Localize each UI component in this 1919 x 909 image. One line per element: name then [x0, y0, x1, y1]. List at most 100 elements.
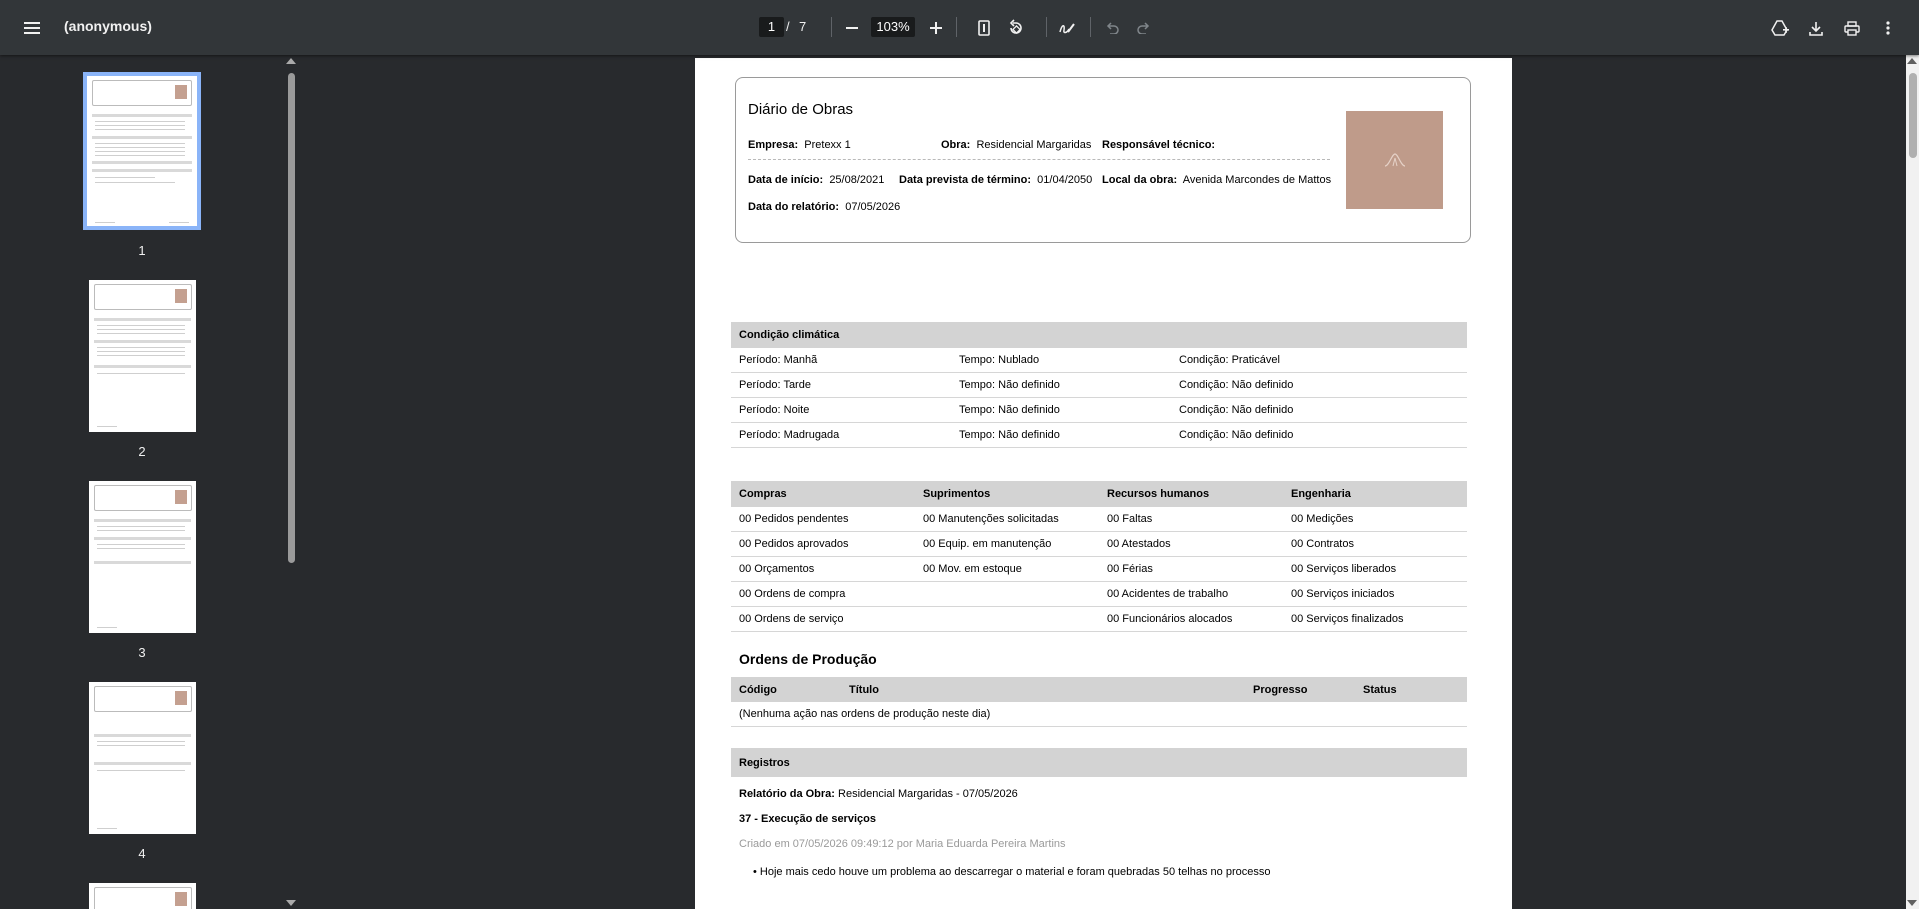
- page-number-input[interactable]: 1: [759, 17, 784, 37]
- field-value: Residencial Margaridas: [976, 139, 1092, 151]
- thumbnail-page-number: 1: [138, 243, 146, 258]
- table-cell: 00 Férias: [1107, 563, 1153, 575]
- table-cell: Tempo: Não definido: [959, 404, 1060, 416]
- section-heading-text: Condição climática: [739, 329, 840, 341]
- field-label: Local da obra:: [1102, 174, 1178, 186]
- table-cell: Condição: Praticável: [1179, 354, 1280, 366]
- site-field: Local da obra: Avenida Marcondes de Matt…: [1102, 174, 1331, 186]
- zoom-in-icon[interactable]: [922, 14, 950, 42]
- column-header: Título: [849, 683, 879, 696]
- page-thumbnail-4[interactable]: [89, 682, 196, 834]
- table-cell: Período: Madrugada: [739, 429, 840, 441]
- field-label: Relatório da Obra:: [739, 788, 835, 800]
- zoom-out-icon[interactable]: [838, 14, 866, 42]
- download-icon[interactable]: [1802, 14, 1830, 42]
- project-field: Obra: Residencial Margaridas: [941, 139, 1091, 151]
- scroll-down-icon[interactable]: [286, 900, 296, 906]
- page-thumbnail-2[interactable]: [89, 280, 196, 432]
- table-cell: 00 Pedidos pendentes: [739, 513, 849, 525]
- page-thumbnail-1[interactable]: [83, 72, 201, 230]
- column-header: Recursos humanos: [1107, 488, 1210, 500]
- table-cell: 00 Serviços finalizados: [1291, 613, 1404, 625]
- climate-rows: Período: Manhã Tempo: Nublado Condição: Pr…: [731, 348, 1467, 448]
- rotate-icon[interactable]: [1002, 14, 1030, 42]
- empty-message: (Nenhuma ação nas ordens de produção nes…: [739, 708, 991, 720]
- table-cell: 00 Equip. em manutenção: [923, 538, 1052, 550]
- fit-page-icon[interactable]: [970, 14, 998, 42]
- document-title: (anonymous): [64, 18, 152, 34]
- table-row: 00 Ordens de compra 00 Acidentes de traba…: [731, 582, 1467, 607]
- table-cell: Condição: Não definido: [1179, 379, 1294, 391]
- technician-field: Responsável técnico:: [1102, 139, 1218, 151]
- toolbar-divider: [1090, 17, 1091, 37]
- document-scrollbar-thumb[interactable]: [1909, 73, 1917, 158]
- table-row: Período: Madrugada Tempo: Não definido Con…: [731, 423, 1467, 448]
- start-date-field: Data de início: 25/08/2021: [748, 174, 884, 186]
- more-options-icon[interactable]: [1874, 14, 1902, 42]
- production-empty-row: (Nenhuma ação nas ordens de produção nes…: [731, 702, 1467, 727]
- table-cell: Período: Manhã: [739, 354, 818, 366]
- table-cell: Tempo: Não definido: [959, 379, 1060, 391]
- table-cell: 00 Ordens de serviço: [739, 613, 844, 625]
- column-header: Progresso: [1253, 683, 1308, 696]
- table-cell: 00 Contratos: [1291, 538, 1354, 550]
- print-icon[interactable]: [1838, 14, 1866, 42]
- add-to-drive-icon[interactable]: [1766, 14, 1794, 42]
- summary-heading: Compras Suprimentos Recursos humanos Engenh…: [731, 481, 1467, 507]
- pdf-page: Diário de Obras Empresa: Pretexx 1 Obra:…: [695, 58, 1512, 909]
- scroll-up-icon[interactable]: [1907, 58, 1917, 64]
- table-row: 00 Ordens de serviço 00 Funcionários aloc…: [731, 607, 1467, 632]
- document-scrollbar[interactable]: [1906, 55, 1919, 909]
- table-cell: 00 Pedidos aprovados: [739, 538, 849, 550]
- record-bullet-item: • Hoje mais cedo houve um problema ao de…: [753, 866, 1271, 878]
- climate-heading: Condição climática: [731, 322, 1467, 348]
- table-cell: Tempo: Não definido: [959, 429, 1060, 441]
- table-cell: Tempo: Nublado: [959, 354, 1040, 366]
- record-created-meta: Criado em 07/05/2026 09:49:12 por Maria …: [739, 838, 1066, 850]
- scroll-up-icon[interactable]: [286, 58, 296, 64]
- table-cell: Período: Tarde: [739, 379, 811, 391]
- column-header: Suprimentos: [923, 488, 991, 500]
- pdf-toolbar: (anonymous) 1 / 7 103%: [0, 0, 1919, 55]
- page-thumbnail-5[interactable]: [89, 883, 196, 909]
- field-label: Obra:: [941, 139, 971, 151]
- table-row: Período: Manhã Tempo: Nublado Condição: Pr…: [731, 348, 1467, 373]
- table-cell: Condição: Não definido: [1179, 429, 1294, 441]
- table-cell: 00 Acidentes de trabalho: [1107, 588, 1229, 600]
- record-entry-title: 37 - Execução de serviços: [739, 813, 876, 825]
- records-heading: Registros: [731, 748, 1467, 777]
- toolbar-divider: [956, 17, 957, 37]
- scroll-down-icon[interactable]: [1907, 900, 1917, 906]
- toolbar-divider: [831, 17, 832, 37]
- sidebar-scrollbar-thumb[interactable]: [288, 73, 295, 563]
- production-orders-title: Ordens de Produção: [739, 651, 877, 667]
- table-row: 00 Pedidos aprovados 00 Equip. em manuten…: [731, 532, 1467, 557]
- table-cell: 00 Serviços iniciados: [1291, 588, 1395, 600]
- column-header: Compras: [739, 488, 787, 500]
- table-row: 00 Pedidos pendentes 00 Manutenções solic…: [731, 507, 1467, 532]
- field-value: Residencial Margaridas - 07/05/2026: [838, 788, 1018, 800]
- menu-icon[interactable]: [18, 14, 46, 42]
- page-thumbnail-3[interactable]: [89, 481, 196, 633]
- table-row: Período: Tarde Tempo: Não definido Condiçã…: [731, 373, 1467, 398]
- production-section: Código Título Progresso Status (Nenhuma …: [731, 677, 1467, 727]
- table-cell: 00 Manutenções solicitadas: [923, 513, 1059, 525]
- zoom-input[interactable]: 103%: [871, 17, 915, 37]
- annotate-icon[interactable]: [1053, 14, 1081, 42]
- company-logo: [1346, 111, 1443, 209]
- section-heading-text: Registros: [739, 756, 790, 769]
- redo-icon[interactable]: [1130, 14, 1158, 42]
- table-cell: Condição: Não definido: [1179, 404, 1294, 416]
- records-report-line: Relatório da Obra: Residencial Margarida…: [739, 788, 1018, 800]
- summary-section: Compras Suprimentos Recursos humanos Engenh…: [731, 481, 1467, 632]
- field-label: Responsável técnico:: [1102, 139, 1216, 151]
- table-cell: 00 Faltas: [1107, 513, 1153, 525]
- column-header: Código: [739, 683, 777, 696]
- table-cell: 00 Ordens de compra: [739, 588, 846, 600]
- table-row: Período: Noite Tempo: Não definido Condiçã…: [731, 398, 1467, 423]
- report-title: Diário de Obras: [748, 101, 854, 118]
- table-cell: 00 Funcionários alocados: [1107, 613, 1233, 625]
- thumbnail-page-number: 2: [138, 444, 146, 459]
- undo-icon[interactable]: [1098, 14, 1126, 42]
- field-label: Data do relatório:: [748, 201, 840, 213]
